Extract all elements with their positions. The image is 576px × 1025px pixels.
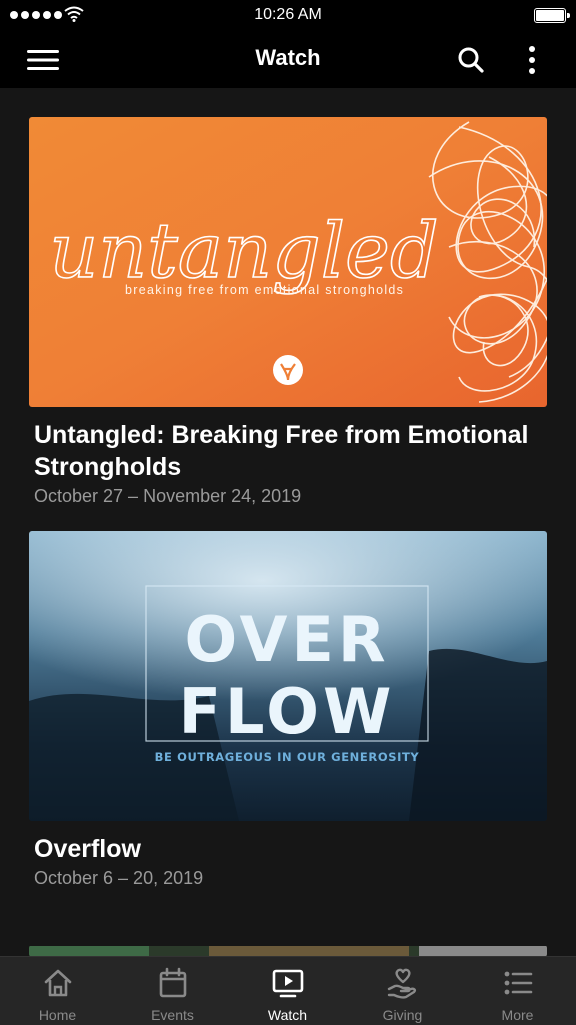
tab-watch[interactable]: Watch (230, 957, 345, 1025)
tab-label: More (501, 1007, 534, 1023)
tab-more[interactable]: More (460, 957, 575, 1025)
series-artwork-title: untangled (49, 206, 438, 295)
series-artwork-line1: OVER (184, 603, 389, 676)
kebab-menu-icon (529, 46, 535, 74)
series-artwork-subtitle: breaking free from emotional strongholds (125, 283, 404, 297)
series-artwork-line2: FLOW (179, 675, 396, 748)
calendar-icon (159, 967, 187, 998)
series-artwork-tagline: BE OUTRAGEOUS IN OUR GENEROSITY (155, 750, 420, 764)
tab-label: Giving (382, 1007, 423, 1023)
series-dates: October 6 – 20, 2019 (34, 868, 204, 888)
bottom-tab-bar: Home Events Watch Giving More (0, 956, 576, 1025)
series-card-partial[interactable] (29, 945, 547, 956)
more-options-button[interactable] (515, 44, 549, 76)
series-card-untangled[interactable]: untangled breaking free from emotional s… (29, 117, 547, 506)
tab-label: Home (38, 1007, 77, 1023)
tv-play-icon (272, 969, 304, 998)
tab-home[interactable]: Home (0, 957, 115, 1025)
tab-label: Events (151, 1007, 194, 1023)
search-icon (458, 47, 484, 73)
list-icon (504, 971, 533, 995)
series-list: untangled breaking free from emotional s… (0, 88, 576, 956)
battery-icon (534, 8, 570, 23)
status-bar: 10:26 AM (0, 0, 576, 32)
series-artwork-partial[interactable] (29, 945, 547, 956)
series-card-overflow[interactable]: OVER FLOW BE OUTRAGEOUS IN OUR GENEROSIT… (29, 531, 547, 891)
home-icon (44, 969, 72, 997)
series-artwork-overflow[interactable]: OVER FLOW BE OUTRAGEOUS IN OUR GENEROSIT… (29, 531, 547, 821)
series-dates: October 27 – November 24, 2019 (34, 486, 302, 506)
tab-events[interactable]: Events (115, 957, 230, 1025)
search-button[interactable] (454, 44, 488, 76)
page-title: Watch (255, 45, 321, 70)
series-title[interactable]: Untangled: Breaking Free from Emotional … (34, 419, 534, 483)
tab-giving[interactable]: Giving (345, 957, 460, 1025)
series-title[interactable]: Overflow (34, 833, 534, 865)
heart-hand-icon (387, 968, 416, 999)
status-time: 10:26 AM (254, 6, 322, 23)
tab-label: Watch (267, 1007, 308, 1023)
top-navbar: Watch (0, 32, 576, 88)
series-artwork-untangled[interactable]: untangled breaking free from emotional s… (29, 117, 547, 407)
